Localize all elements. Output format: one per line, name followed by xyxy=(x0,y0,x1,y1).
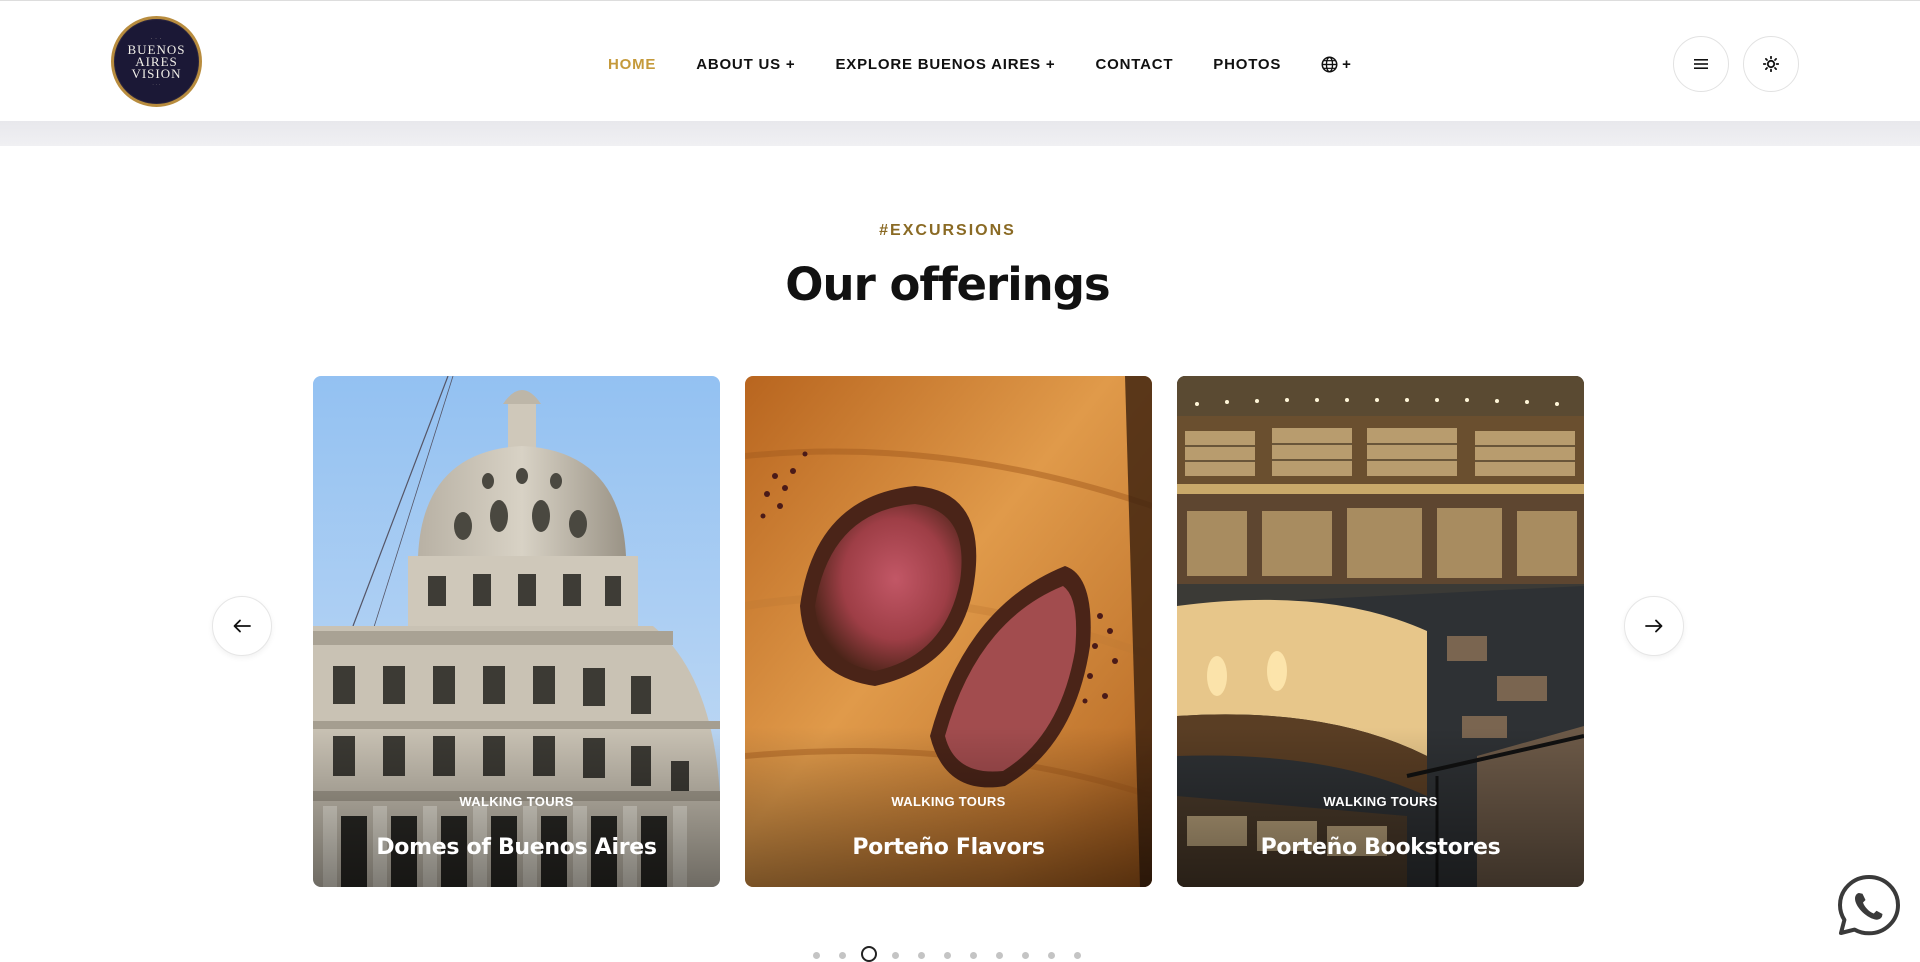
globe-icon xyxy=(1321,56,1338,73)
section-title: Our offerings xyxy=(785,258,1110,311)
section-kicker: #EXCURSIONS xyxy=(879,222,1016,239)
arrow-left-icon xyxy=(233,619,251,633)
offering-card-bookstores[interactable]: WALKING TOURS Porteño Bookstores xyxy=(1177,376,1584,887)
carousel-dot[interactable] xyxy=(918,951,925,959)
site-header: · · · BUENOS AIRES VISION · · · HOME ABO… xyxy=(0,0,1920,121)
nav-item-about-us[interactable]: ABOUT US + xyxy=(696,56,795,73)
carousel-next-button[interactable] xyxy=(1624,596,1684,656)
nav-item-photos[interactable]: PHOTOS xyxy=(1213,56,1281,73)
menu-button[interactable] xyxy=(1673,36,1729,92)
offering-card-domes[interactable]: WALKING TOURS Domes of Buenos Aires xyxy=(313,376,720,887)
card-category: WALKING TOURS xyxy=(1323,794,1438,809)
site-logo[interactable]: · · · BUENOS AIRES VISION · · · xyxy=(111,16,202,107)
language-plus: + xyxy=(1342,56,1351,73)
whatsapp-icon[interactable] xyxy=(1836,873,1902,939)
sun-icon xyxy=(1763,56,1779,72)
nav-item-contact[interactable]: CONTACT xyxy=(1095,56,1173,73)
theme-toggle-button[interactable] xyxy=(1743,36,1799,92)
carousel-dot[interactable] xyxy=(839,951,846,959)
offering-card-flavors[interactable]: WALKING TOURS Porteño Flavors xyxy=(745,376,1152,887)
main-nav: HOME ABOUT US + EXPLORE BUENOS AIRES + C… xyxy=(608,56,1351,73)
carousel-dot[interactable] xyxy=(1074,951,1081,959)
arrow-right-icon xyxy=(1645,619,1663,633)
carousel-dot[interactable] xyxy=(944,951,951,959)
carousel-dot[interactable] xyxy=(892,951,899,959)
card-title[interactable]: Domes of Buenos Aires xyxy=(313,835,720,860)
card-category: WALKING TOURS xyxy=(891,794,1006,809)
card-title[interactable]: Porteño Bookstores xyxy=(1177,835,1584,860)
logo-line-3: VISION xyxy=(131,66,182,81)
card-category: WALKING TOURS xyxy=(459,794,574,809)
hamburger-icon xyxy=(1694,59,1708,69)
carousel-dot[interactable] xyxy=(1048,951,1055,959)
carousel-prev-button[interactable] xyxy=(212,596,272,656)
logo-since: · · · xyxy=(150,36,163,41)
carousel-dot[interactable] xyxy=(1022,951,1029,959)
header-shadow-band xyxy=(0,121,1920,146)
card-title[interactable]: Porteño Flavors xyxy=(745,835,1152,860)
logo-tagline: · · · xyxy=(152,83,161,87)
nav-item-explore-buenos-aires[interactable]: EXPLORE BUENOS AIRES + xyxy=(835,56,1055,73)
carousel-dot[interactable] xyxy=(970,951,977,959)
language-selector[interactable]: + xyxy=(1321,56,1351,73)
nav-item-home[interactable]: HOME xyxy=(608,56,656,73)
carousel-dot[interactable] xyxy=(996,951,1003,959)
carousel-dot[interactable] xyxy=(813,951,820,959)
